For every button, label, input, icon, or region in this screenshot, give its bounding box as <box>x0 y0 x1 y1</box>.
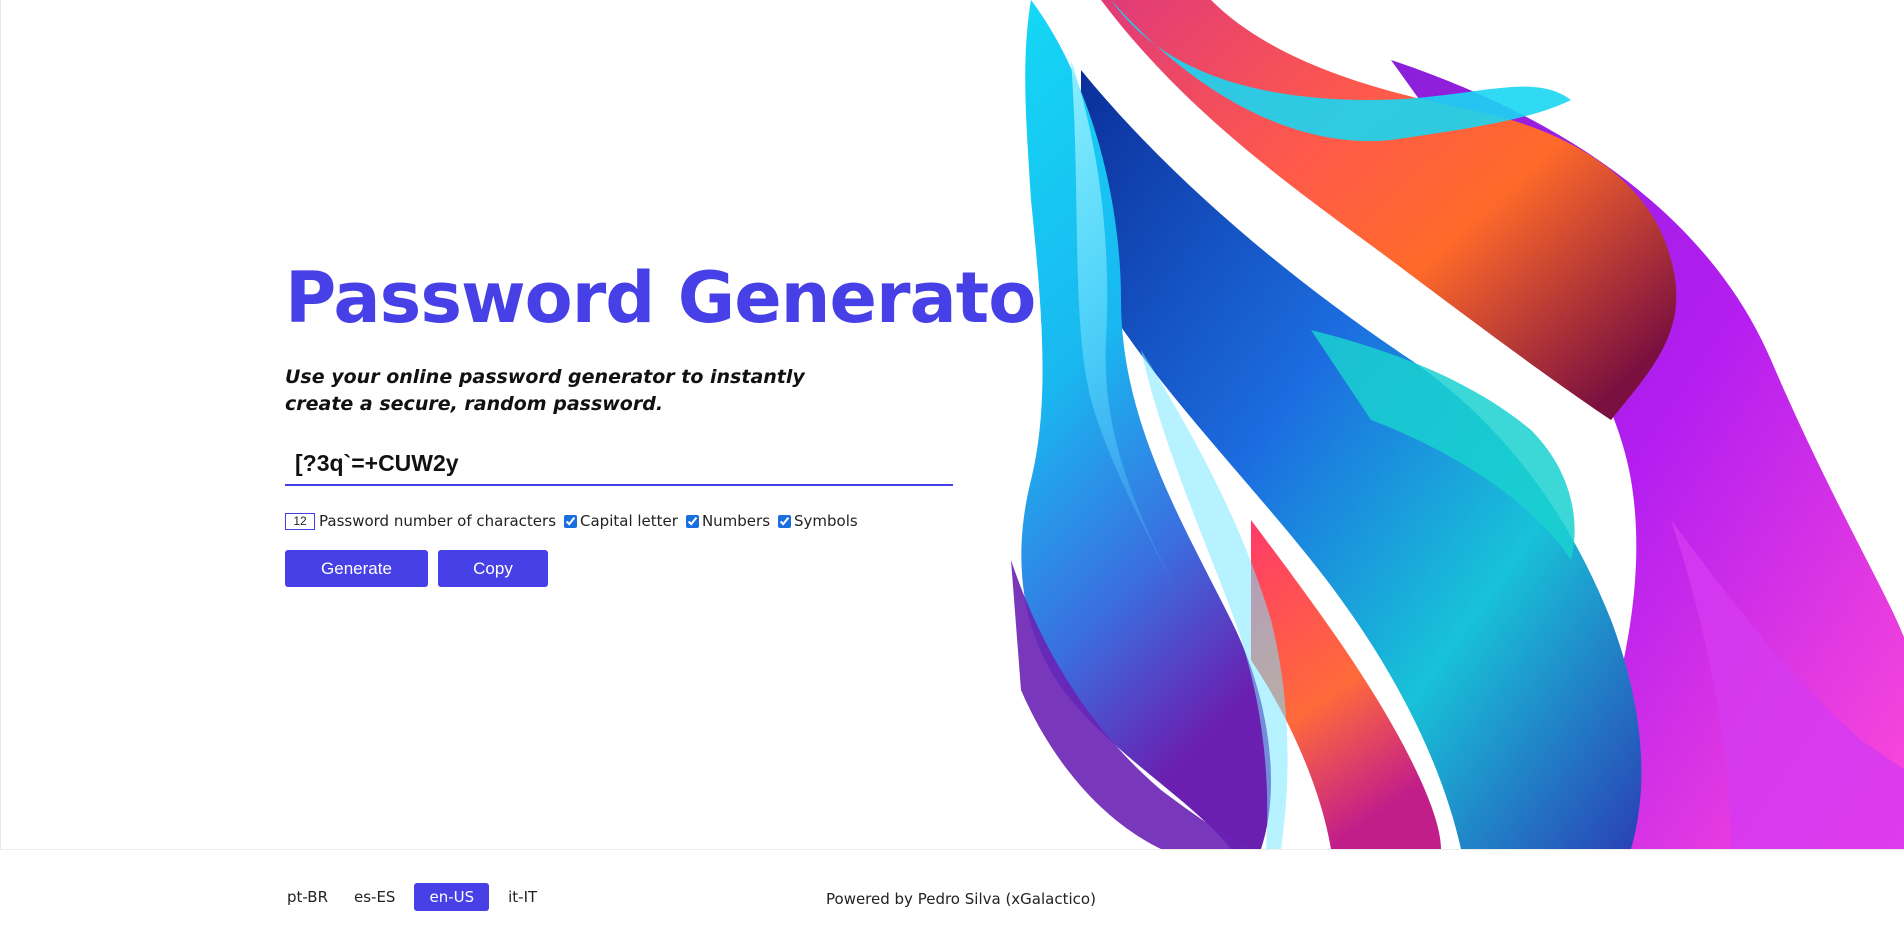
symbols-checkbox[interactable] <box>778 514 792 528</box>
length-label: Password number of characters <box>319 512 557 530</box>
lang-it-it[interactable]: it-IT <box>501 883 544 911</box>
copy-button[interactable]: Copy <box>438 550 548 587</box>
generator-panel: Password Generator Use your online passw… <box>285 256 1070 587</box>
password-output-field[interactable] <box>285 442 953 486</box>
lang-es-es[interactable]: es-ES <box>347 883 402 911</box>
lang-en-us[interactable]: en-US <box>414 883 490 911</box>
language-selector: pt-BR es-ES en-US it-IT <box>280 883 556 911</box>
footer: pt-BR es-ES en-US it-IT Powered by Pedro… <box>0 849 1904 934</box>
page-title: Password Generator <box>285 257 1070 339</box>
page-subtitle: Use your online password generator to in… <box>285 366 805 415</box>
capital-letter-checkbox[interactable] <box>564 514 578 528</box>
symbols-label: Symbols <box>794 512 858 530</box>
button-row: Generate Copy <box>285 550 965 587</box>
page: Password Generator Use your online passw… <box>0 0 1904 934</box>
footer-credit: Powered by Pedro Silva (xGalactico) <box>826 890 1096 908</box>
generate-button[interactable]: Generate <box>285 550 428 587</box>
length-input[interactable] <box>285 512 315 530</box>
hero-section: Password Generator Use your online passw… <box>0 0 1904 849</box>
numbers-checkbox[interactable] <box>685 514 699 528</box>
lang-pt-br[interactable]: pt-BR <box>280 883 335 911</box>
capital-letter-label: Capital letter <box>580 512 678 530</box>
abstract-fluid-ribbon-art <box>1011 0 1904 849</box>
numbers-label: Numbers <box>701 512 771 530</box>
options-row: Password number of characters Capital le… <box>285 512 965 530</box>
